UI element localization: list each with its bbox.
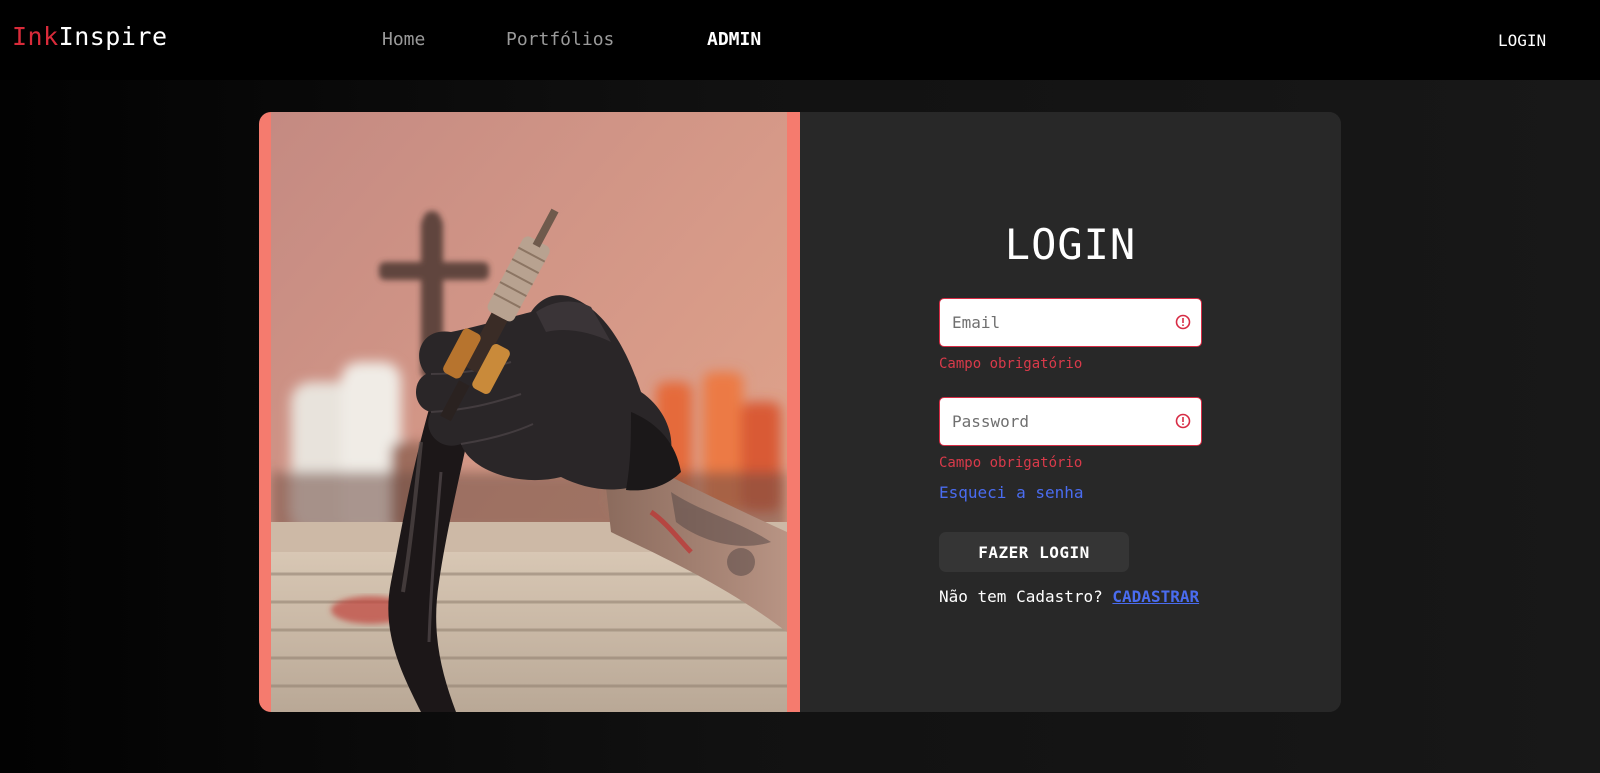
nav-home-link[interactable]: Home: [382, 29, 425, 50]
email-input[interactable]: [952, 299, 1162, 345]
top-navbar: InkInspire Home Portfólios ADMIN LOGIN: [0, 0, 1600, 80]
signup-link[interactable]: CADASTRAR: [1112, 587, 1199, 606]
tattoo-artist-illustration: [271, 112, 787, 712]
login-title: LOGIN: [1004, 220, 1137, 269]
password-error-message: Campo obrigatório: [939, 455, 1083, 471]
forgot-password-link[interactable]: Esqueci a senha: [939, 483, 1084, 502]
password-input[interactable]: [952, 398, 1162, 444]
photo-frame: [259, 112, 800, 712]
brand-logo-inspire: Inspire: [58, 22, 168, 51]
password-field[interactable]: [939, 397, 1202, 446]
brand-logo[interactable]: InkInspire: [12, 22, 168, 51]
email-error-message: Campo obrigatório: [939, 356, 1083, 372]
error-alert-icon: [1175, 413, 1191, 429]
email-field[interactable]: [939, 298, 1202, 347]
signup-prompt-text: Não tem Cadastro?: [939, 587, 1103, 606]
signup-prompt: Não tem Cadastro? CADASTRAR: [939, 587, 1199, 606]
login-submit-button[interactable]: FAZER LOGIN: [939, 532, 1129, 572]
header-login-link[interactable]: LOGIN: [1498, 31, 1546, 50]
login-form-panel: LOGIN Campo obrigatório Campo obrigató: [800, 112, 1341, 712]
nav-portfolios-link[interactable]: Portfólios: [506, 29, 614, 50]
error-alert-icon: [1175, 314, 1191, 330]
brand-logo-ink: Ink: [12, 22, 59, 51]
page-background: LOGIN Campo obrigatório Campo obrigató: [0, 80, 1600, 773]
login-card: LOGIN Campo obrigatório Campo obrigató: [259, 112, 1341, 712]
tattoo-artist-photo: [271, 112, 787, 712]
nav-admin-link[interactable]: ADMIN: [707, 29, 761, 50]
